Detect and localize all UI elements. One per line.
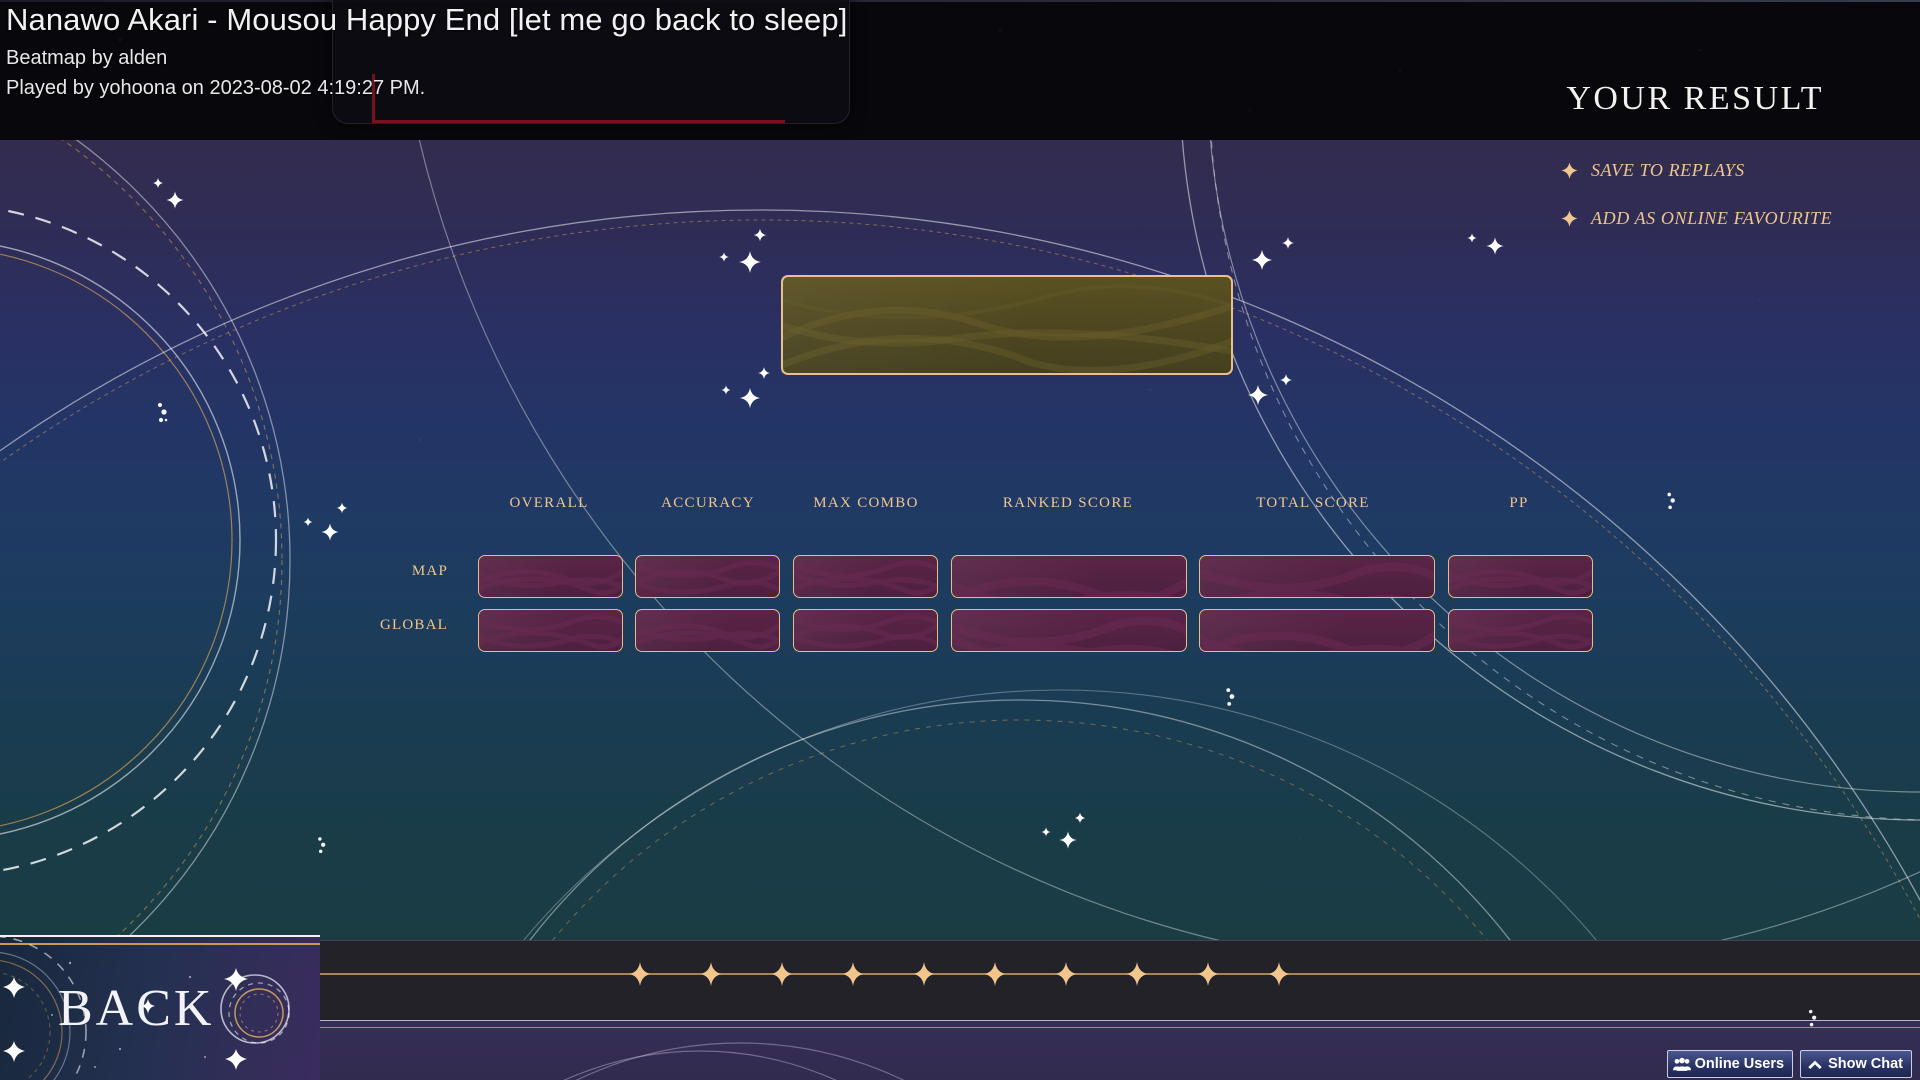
song-title: Nanawo Akari - Mousou Happy End [let me … bbox=[6, 2, 848, 37]
stat-cell-swish bbox=[794, 560, 937, 596]
sparkle-icon bbox=[1561, 162, 1578, 179]
stat-cell bbox=[635, 555, 780, 598]
chevron-up-icon bbox=[1808, 1060, 1822, 1070]
stat-cell-swish bbox=[1449, 614, 1592, 650]
beatmap-author: Beatmap by alden bbox=[6, 47, 168, 69]
stats-column-header: RANKED SCORE bbox=[1002, 495, 1134, 511]
stat-cell bbox=[1199, 609, 1435, 652]
header-accent-bracket bbox=[372, 74, 785, 123]
stats-header-row: OVERALL ACCURACY MAX COMBO RANKED SCORE TOTA… bbox=[0, 495, 1920, 549]
sparkle-icon bbox=[913, 962, 935, 986]
sparkle-icon bbox=[1126, 962, 1148, 986]
sparkle-icon bbox=[1561, 210, 1578, 227]
stat-cell bbox=[793, 555, 938, 598]
stats-row-map: MAP bbox=[0, 549, 1920, 603]
stat-cell bbox=[1448, 609, 1593, 652]
show-chat-label: Show Chat bbox=[1828, 1056, 1903, 1072]
results-stage: SAVE TO REPLAYS ADD AS ONLINE FAVOURITE bbox=[0, 140, 1920, 940]
stat-cell bbox=[793, 609, 938, 652]
stat-cell-swish bbox=[479, 614, 622, 650]
results-screen: Nanawo Akari - Mousou Happy End [let me … bbox=[0, 0, 1920, 1080]
sparkle-icon bbox=[842, 962, 864, 986]
sparkle-icon bbox=[1197, 962, 1219, 986]
stat-cell-swish bbox=[636, 560, 779, 595]
sparkle-icon bbox=[771, 962, 793, 986]
banner-swish-pattern bbox=[783, 284, 1231, 373]
stat-cell bbox=[1199, 555, 1435, 598]
sparkle-icon bbox=[700, 962, 722, 986]
stats-table: OVERALL ACCURACY MAX COMBO RANKED SCORE TOTA… bbox=[0, 495, 1920, 657]
back-button[interactable]: BACK bbox=[0, 935, 320, 1080]
stats-row-label: GLOBAL bbox=[379, 617, 448, 633]
side-action-menu: SAVE TO REPLAYS ADD AS ONLINE FAVOURITE bbox=[1560, 160, 1832, 256]
crescent-moon-icon bbox=[1782, 1002, 1817, 1040]
stat-cell bbox=[1448, 555, 1593, 598]
stat-cell-swish bbox=[1200, 562, 1434, 597]
stat-cell-swish bbox=[952, 616, 1186, 651]
users-icon bbox=[1672, 1057, 1691, 1071]
stats-column-header: TOTAL SCORE bbox=[1256, 495, 1370, 511]
top-header-bar: Nanawo Akari - Mousou Happy End [let me … bbox=[0, 0, 1920, 140]
stat-cell-swish bbox=[794, 614, 937, 649]
stat-cell bbox=[478, 609, 623, 652]
stat-cell bbox=[951, 555, 1187, 598]
stats-row-global: GLOBAL bbox=[0, 603, 1920, 657]
sparkle-icon bbox=[984, 962, 1006, 986]
sparkle-icon bbox=[1268, 962, 1290, 986]
stat-cell-swish bbox=[479, 568, 622, 596]
stats-row-label: MAP bbox=[411, 563, 448, 579]
stat-cell-swish bbox=[1449, 568, 1592, 596]
online-users-label: Online Users bbox=[1694, 1056, 1785, 1072]
your-result-title: YOUR RESULT bbox=[1566, 80, 1824, 117]
stat-cell-swish bbox=[636, 622, 779, 650]
add-as-online-favourite-label: ADD AS ONLINE FAVOURITE bbox=[1591, 208, 1833, 228]
save-to-replays-button[interactable]: SAVE TO REPLAYS bbox=[1560, 160, 1832, 181]
chat-button-group: Online Users Show Chat bbox=[1666, 1050, 1912, 1078]
score-banner-placeholder bbox=[781, 275, 1233, 375]
stat-cell-swish bbox=[1200, 631, 1434, 651]
played-by-info: Played by yohoona on 2023-08-02 4:19:27 … bbox=[6, 77, 426, 99]
stat-cell bbox=[478, 555, 623, 598]
sparkle-icon bbox=[1055, 962, 1077, 986]
save-to-replays-label: SAVE TO REPLAYS bbox=[1591, 160, 1745, 180]
show-chat-button[interactable]: Show Chat bbox=[1800, 1050, 1912, 1078]
stat-cell bbox=[951, 609, 1187, 652]
stat-cell-swish bbox=[952, 577, 1186, 597]
stat-cell bbox=[635, 609, 780, 652]
sparkle-icon bbox=[629, 962, 651, 986]
online-users-button[interactable]: Online Users bbox=[1666, 1050, 1794, 1078]
stats-column-header: PP bbox=[1509, 495, 1529, 511]
add-as-online-favourite-button[interactable]: ADD AS ONLINE FAVOURITE bbox=[1560, 208, 1832, 229]
back-button-label: BACK bbox=[58, 980, 215, 1037]
